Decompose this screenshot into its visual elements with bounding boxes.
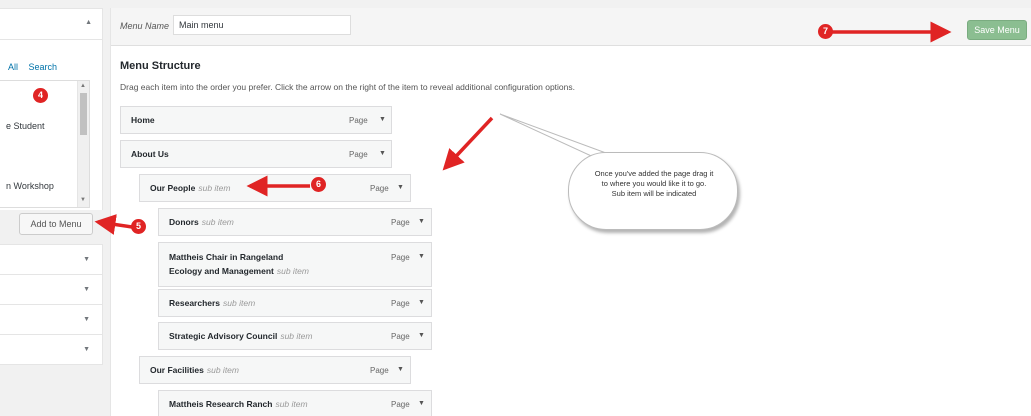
step-badge-5: 5 — [131, 219, 146, 234]
step-badge-6: 6 — [311, 177, 326, 192]
menu-item-title: Strategic Advisory Council sub item — [169, 330, 312, 343]
menu-item-home[interactable]: Home Page ▼ — [120, 106, 392, 134]
menu-item-mattheis-chair[interactable]: Mattheis Chair in Rangeland Ecology and … — [158, 242, 432, 287]
menu-item-title: Our People sub item — [150, 182, 230, 195]
menu-item-title: Our Facilities sub item — [150, 364, 239, 377]
sub-item-label: sub item — [276, 266, 309, 276]
chevron-down-icon[interactable]: ▼ — [418, 218, 425, 225]
step-badge-4: 4 — [33, 88, 48, 103]
accordion-section[interactable]: ▼ — [0, 304, 103, 335]
chevron-down-icon[interactable]: ▼ — [397, 366, 404, 373]
menu-item-strategic-advisory-council[interactable]: Strategic Advisory Council sub item Page … — [158, 322, 432, 350]
pages-tabs: All Search — [8, 62, 65, 72]
menu-item-title-text: Our Facilities — [150, 365, 204, 375]
sub-item-label: sub item — [275, 399, 308, 409]
pages-accordion-body: All Search e Student n Workshop ▲ ▼ — [0, 40, 103, 210]
menu-item-type: Page — [391, 332, 410, 341]
menu-structure-title: Menu Structure — [120, 60, 201, 72]
menu-item-type: Page — [391, 218, 410, 227]
scroll-thumb[interactable] — [80, 93, 87, 135]
menu-item-title-line2: Ecology and Management sub item — [169, 265, 309, 278]
menu-item-our-people[interactable]: Our People sub item Page ▼ — [139, 174, 411, 202]
chevron-down-icon[interactable]: ▼ — [83, 286, 90, 293]
menu-item-title: Home — [131, 115, 155, 125]
instruction-callout: Once you've added the page drag it to wh… — [568, 152, 738, 230]
sub-item-label: sub item — [206, 365, 239, 375]
add-to-menu-button[interactable]: Add to Menu — [19, 213, 93, 235]
accordion-section[interactable]: ▼ — [0, 244, 103, 275]
menu-item-about-us[interactable]: About Us Page ▼ — [120, 140, 392, 168]
menu-item-researchers[interactable]: Researchers sub item Page ▼ — [158, 289, 432, 317]
accordion-section[interactable]: ▼ — [0, 274, 103, 305]
pages-accordion-header[interactable]: ▲ — [0, 8, 103, 40]
chevron-up-icon[interactable]: ▲ — [85, 19, 92, 26]
chevron-down-icon[interactable]: ▼ — [379, 116, 386, 123]
menu-item-type: Page — [391, 299, 410, 308]
menu-item-title-text: Ecology and Management — [169, 266, 274, 276]
add-menu-items-panel: ▲ All Search e Student n Workshop ▲ ▼ Ad… — [0, 8, 103, 416]
chevron-down-icon[interactable]: ▼ — [418, 332, 425, 339]
callout-text: Once you've added the page drag it to wh… — [594, 169, 714, 198]
menu-item-donors[interactable]: Donors sub item Page ▼ — [158, 208, 432, 236]
menu-name-label: Menu Name — [120, 21, 170, 31]
menu-item-title: About Us — [131, 149, 169, 159]
menu-item-title-text: Strategic Advisory Council — [169, 331, 278, 341]
scroll-up-icon[interactable]: ▲ — [80, 83, 86, 89]
menu-item-title: Researchers sub item — [169, 297, 255, 310]
menu-item-title-text: Mattheis Research Ranch — [169, 399, 273, 409]
accordion-section[interactable]: ▼ — [0, 334, 103, 365]
menu-item-type: Page — [370, 366, 389, 375]
menu-item-our-facilities[interactable]: Our Facilities sub item Page ▼ — [139, 356, 411, 384]
menu-management: Menu Name Main menu Save Menu Menu Struc… — [110, 8, 1031, 416]
chevron-down-icon[interactable]: ▼ — [83, 316, 90, 323]
menu-item-type: Page — [391, 400, 410, 409]
chevron-down-icon[interactable]: ▼ — [397, 184, 404, 191]
list-item[interactable]: e Student — [6, 121, 45, 131]
step-badge-7: 7 — [818, 24, 833, 39]
list-item[interactable]: n Workshop — [6, 181, 54, 191]
menu-item-type: Page — [370, 184, 389, 193]
menu-item-title: Mattheis Chair in Rangeland — [169, 252, 284, 262]
menu-item-type: Page — [349, 150, 368, 159]
chevron-down-icon[interactable]: ▼ — [83, 346, 90, 353]
menu-item-title: Mattheis Research Ranch sub item — [169, 398, 308, 411]
chevron-down-icon[interactable]: ▼ — [83, 256, 90, 263]
scrollbar[interactable]: ▲ ▼ — [77, 81, 89, 207]
menu-item-mattheis-research-ranch[interactable]: Mattheis Research Ranch sub item Page ▼ — [158, 390, 432, 416]
chevron-down-icon[interactable]: ▼ — [379, 150, 386, 157]
menu-instructions: Drag each item into the order you prefer… — [120, 82, 575, 92]
menu-item-title-text: Researchers — [169, 298, 221, 308]
chevron-down-icon[interactable]: ▼ — [418, 299, 425, 306]
menu-item-title-text: Donors — [169, 217, 199, 227]
save-menu-button[interactable]: Save Menu — [967, 20, 1027, 40]
menu-header: Menu Name Main menu Save Menu — [111, 8, 1031, 46]
sub-item-label: sub item — [223, 298, 256, 308]
menu-item-type: Page — [349, 116, 368, 125]
menu-item-title: Donors sub item — [169, 216, 234, 229]
sub-item-label: sub item — [280, 331, 313, 341]
menu-item-type: Page — [391, 253, 410, 262]
chevron-down-icon[interactable]: ▼ — [418, 253, 425, 260]
tab-all[interactable]: All — [8, 62, 18, 72]
sub-item-label: sub item — [198, 183, 231, 193]
menu-item-title-text: Our People — [150, 183, 196, 193]
scroll-down-icon[interactable]: ▼ — [80, 197, 86, 203]
sub-item-label: sub item — [201, 217, 234, 227]
chevron-down-icon[interactable]: ▼ — [418, 400, 425, 407]
menus-screen: ▲ All Search e Student n Workshop ▲ ▼ Ad… — [0, 0, 1031, 416]
tab-search[interactable]: Search — [29, 62, 58, 72]
menu-name-input[interactable]: Main menu — [173, 15, 351, 35]
